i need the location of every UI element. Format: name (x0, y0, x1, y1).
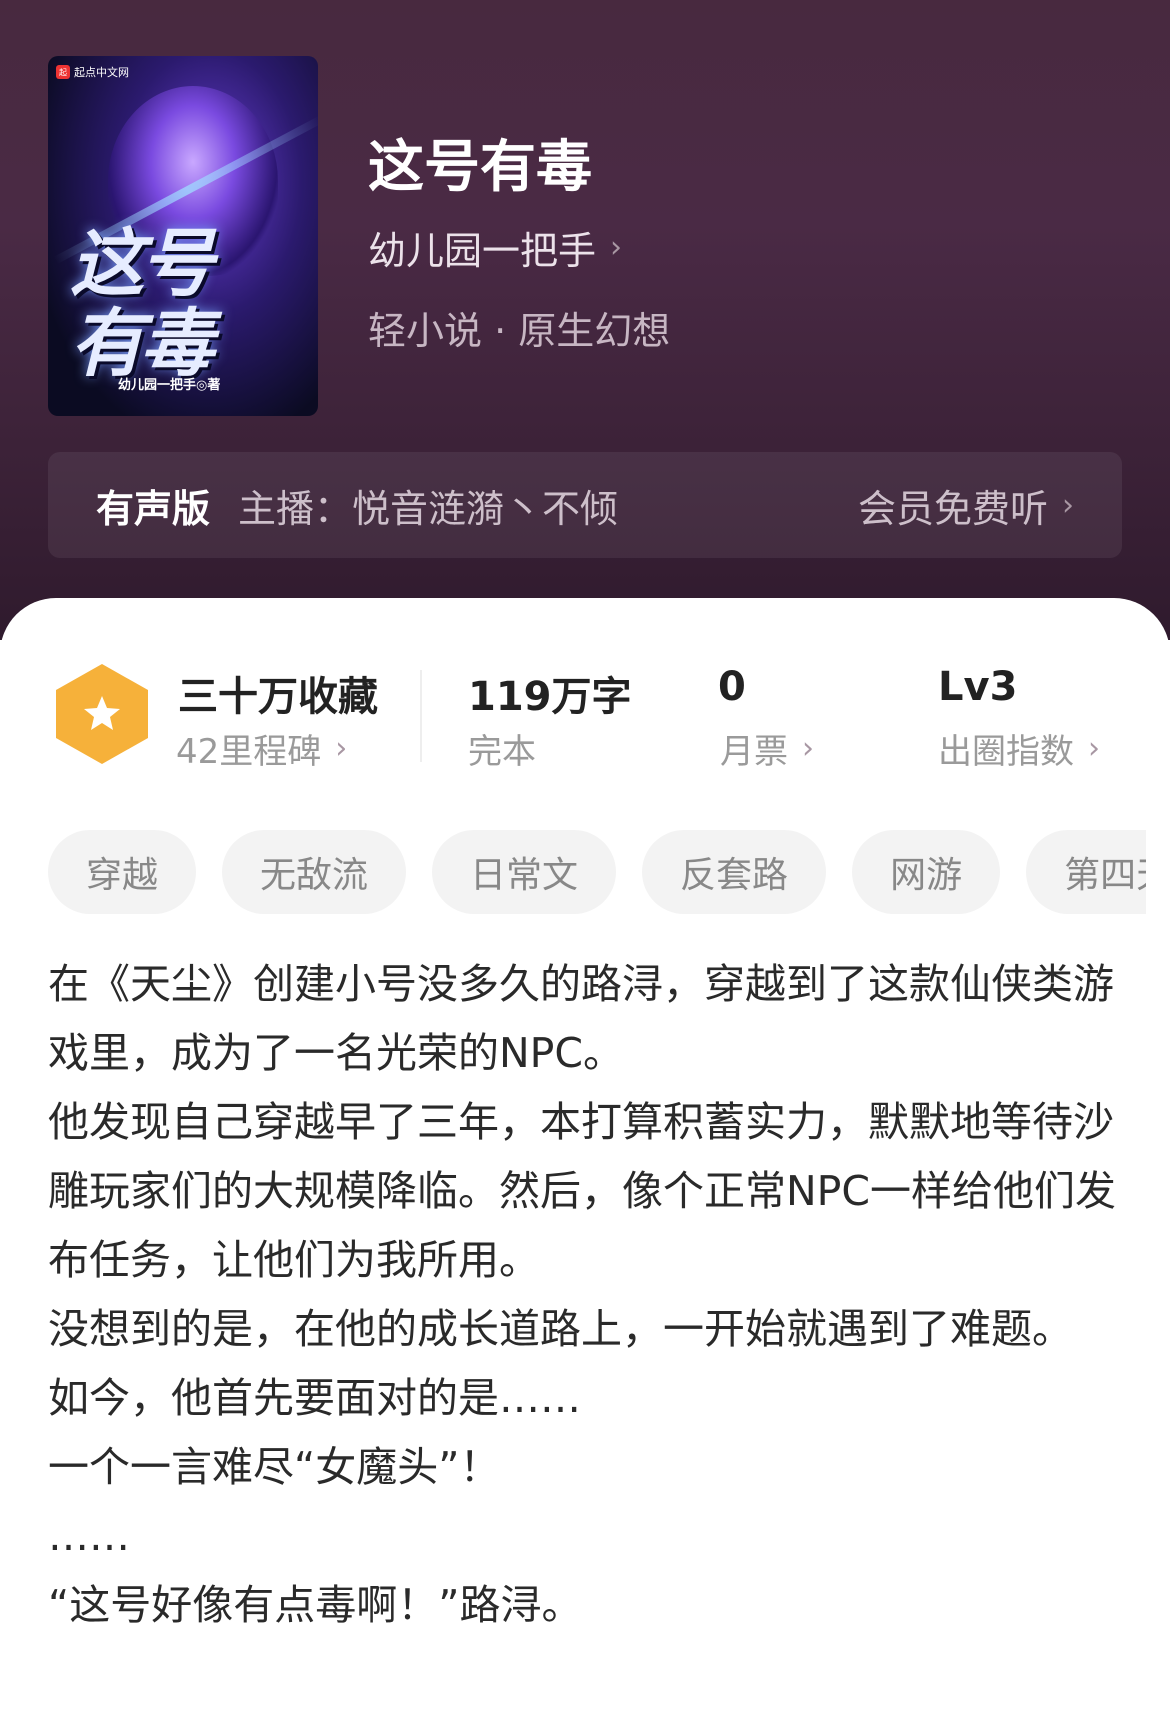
synopsis-paragraph: 一个一言难尽“女魔头”！ (48, 1443, 501, 1491)
stats-row: 三十万收藏 42里程碑 › 119万字 完本 0 月票 › Lv3 出圈指数 › (0, 658, 1170, 778)
publisher-logo-icon: 起 (56, 65, 70, 79)
chevron-right-icon: › (802, 731, 814, 766)
favorites-count: 三十万收藏 (178, 674, 378, 720)
author-link[interactable]: 幼儿园一把手 › (368, 220, 622, 275)
cover-author-text: 幼儿园一把手◎著 (118, 378, 221, 393)
tag-chip[interactable]: 穿越 (48, 830, 197, 914)
book-detail-card: 三十万收藏 42里程碑 › 119万字 完本 0 月票 › Lv3 出圈指数 ›… (0, 598, 1170, 1722)
synopsis-paragraph: 在《天尘》创建小号没多久的路浔，穿越到了这款仙侠类游戏里，成为了一名光荣的NPC… (48, 960, 1114, 1077)
book-synopsis[interactable]: 在《天尘》创建小号没多久的路浔，穿越到了这款仙侠类游戏里，成为了一名光荣的NPC… (48, 950, 1128, 1640)
tag-chip[interactable]: 无敌流 (222, 830, 407, 914)
stats-divider (420, 670, 422, 762)
monthly-ticket-count: 0 (718, 664, 746, 710)
star-badge-icon (56, 664, 148, 764)
book-cover[interactable]: 起 起点中文网 这号 有毒 幼儿园一把手◎著 (48, 56, 318, 416)
synopsis-paragraph: 没想到的是，在他的成长道路上，一开始就遇到了难题。 (48, 1305, 1073, 1353)
chevron-right-icon: › (1088, 731, 1100, 766)
cover-publisher: 起 起点中文网 (56, 64, 129, 80)
chevron-right-icon: › (610, 230, 623, 265)
synopsis-paragraph: 他发现自己穿越早了三年，本打算积蓄实力，默默地等待沙雕玩家们的大规模降临。然后，… (48, 1098, 1117, 1284)
member-free-listen-button[interactable]: 会员免费听 › (858, 478, 1074, 533)
synopsis-paragraph: “这号好像有点毒啊！”路浔。 (48, 1581, 583, 1629)
book-genre[interactable]: 轻小说 · 原生幻想 (368, 300, 670, 355)
chevron-right-icon: › (1062, 487, 1074, 523)
milestone-link[interactable]: 42里程碑 › (176, 724, 347, 773)
completion-status: 完本 (468, 732, 536, 772)
author-name: 幼儿园一把手 (368, 229, 597, 273)
tag-chip[interactable]: 反套路 (642, 830, 827, 914)
tag-chip[interactable]: 网游 (852, 830, 1001, 914)
tag-chip[interactable]: 第四天 (1026, 830, 1146, 914)
book-title: 这号有毒 (368, 135, 592, 200)
audiobook-bar[interactable]: 有声版 主播：悦音涟漪丶不倾 会员免费听 › (48, 452, 1122, 558)
audiobook-label: 有声版 (96, 486, 211, 531)
synopsis-paragraph: 如今，他首先要面对的是…… (48, 1374, 581, 1422)
audiobook-host: 主播：悦音涟漪丶不倾 (238, 486, 619, 531)
monthly-ticket-link[interactable]: 月票 › (720, 724, 814, 773)
circle-index-link[interactable]: 出圈指数 › (938, 724, 1100, 773)
synopsis-paragraph: …… (48, 1512, 130, 1560)
circle-index-level: Lv3 (938, 664, 1018, 710)
word-count: 119万字 (468, 674, 632, 720)
tag-list: 穿越 无敌流 日常文 反套路 网游 第四天 (48, 830, 1146, 914)
cover-title-art: 这号 有毒 (70, 221, 214, 387)
book-header: 起 起点中文网 这号 有毒 幼儿园一把手◎著 这号有毒 幼儿园一把手 › 轻小说… (0, 0, 1170, 640)
chevron-right-icon: › (335, 731, 348, 766)
tag-chip[interactable]: 日常文 (432, 830, 617, 914)
